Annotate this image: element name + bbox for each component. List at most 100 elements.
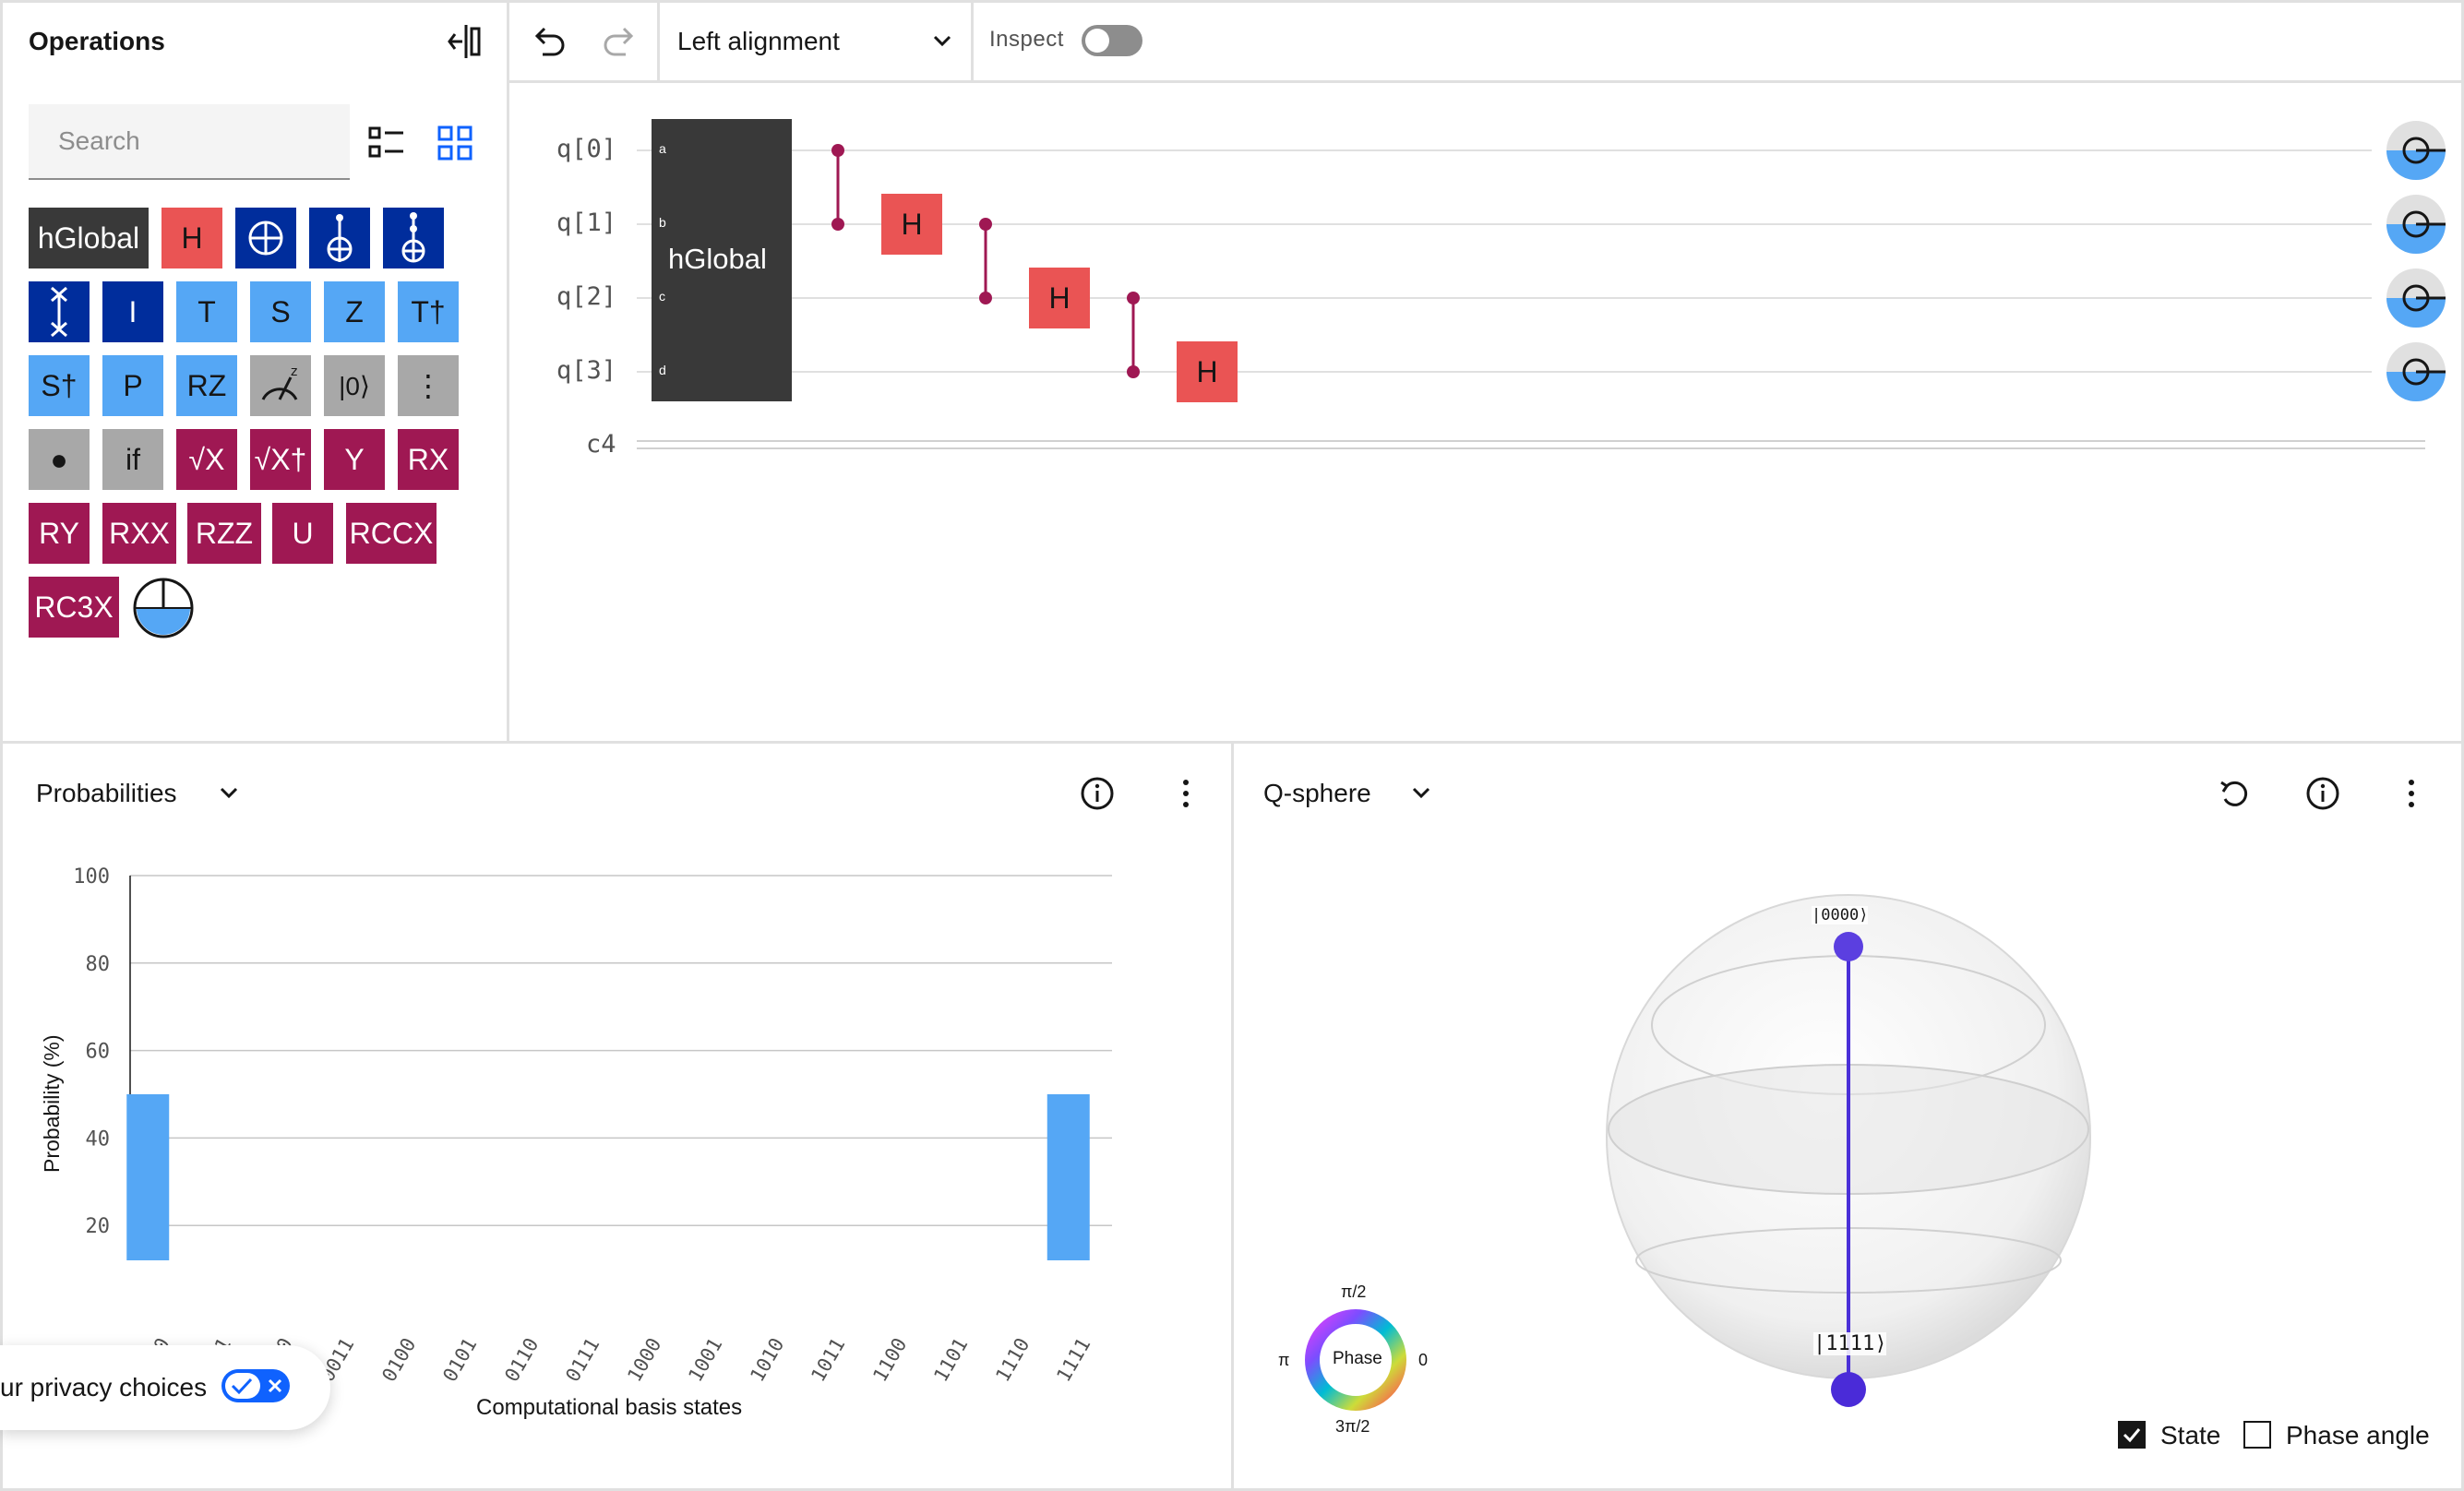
gate-sdg[interactable]: S† — [29, 355, 90, 416]
x-axis-label: Computational basis states — [476, 1395, 743, 1420]
gate-rz[interactable]: RZ — [176, 355, 237, 416]
x-tick-label: 1111 — [1052, 1334, 1095, 1386]
gate-rc3x[interactable]: RC3X — [29, 577, 119, 638]
phase-tick-top: π/2 — [1341, 1282, 1367, 1301]
x-tick-label: 1100 — [867, 1334, 912, 1386]
gate-ry[interactable]: RY — [29, 503, 90, 564]
x-tick-label: 1110 — [990, 1334, 1035, 1386]
x-tick-label: 1011 — [807, 1334, 850, 1386]
search-input[interactable] — [29, 104, 350, 178]
circuit-panel: Left alignment Inspect q[0] q[1] q[2] q[… — [507, 0, 2464, 744]
controlled-z-2-3 — [1127, 292, 1140, 378]
collapse-panel-icon[interactable] — [446, 21, 483, 62]
x-tick-label: 1000 — [622, 1334, 666, 1386]
overflow-menu-icon[interactable] — [1167, 775, 1204, 812]
gate-sx[interactable]: √X — [176, 429, 237, 490]
x-tick-label: 0110 — [499, 1334, 544, 1386]
gate-p[interactable]: P — [102, 355, 163, 416]
operations-panel: Operations hGlobal H I T S Z T† S† P — [0, 0, 509, 744]
gate-rccx[interactable]: RCCX — [346, 503, 437, 564]
checkmark-icon — [231, 1378, 253, 1395]
gate-y[interactable]: Y — [324, 429, 385, 490]
y-axis-label: Probability (%) — [40, 1034, 64, 1173]
gate-cx[interactable] — [309, 208, 370, 268]
gate-swap[interactable] — [29, 281, 90, 342]
phase-tick-left: π — [1278, 1351, 1290, 1369]
gate-measure-z[interactable]: z — [250, 355, 311, 416]
swap-icon — [51, 286, 67, 338]
state-label-bottom: |1111⟩ — [1813, 1332, 1887, 1355]
search-field[interactable] — [29, 104, 350, 180]
x-tick-label: 1010 — [745, 1334, 789, 1386]
bar-1111 — [1047, 1094, 1090, 1260]
gate-if[interactable]: if — [102, 429, 163, 490]
toffoli-icon — [327, 214, 353, 262]
qsphere-canvas[interactable] — [1234, 744, 2461, 1487]
gate-barrier[interactable]: ⋮ — [398, 355, 459, 416]
gate-h[interactable]: H — [161, 208, 222, 268]
phase-tick-right: 0 — [1418, 1351, 1429, 1369]
checkmark-icon — [2123, 1428, 2141, 1443]
measure-z-icon: z — [261, 364, 297, 400]
privacy-choices-banner[interactable]: ur privacy choices — [0, 1345, 330, 1430]
x-tick-label: 0111 — [561, 1334, 604, 1386]
list-view-icon[interactable] — [368, 125, 405, 161]
gate-hglobal[interactable]: hGlobal — [29, 208, 149, 268]
gate-u[interactable]: U — [272, 503, 333, 564]
state-point-bottom — [1831, 1372, 1866, 1407]
bar-0000 — [126, 1094, 170, 1260]
h-gate-q3[interactable]: H — [1177, 341, 1238, 402]
y-tick-label: 80 — [86, 953, 111, 976]
gate-sxdg[interactable]: √X† — [250, 429, 311, 490]
info-icon[interactable] — [1079, 775, 1116, 812]
qubit-state-disk-1 — [2386, 195, 2446, 254]
x-tick-label: 0100 — [377, 1334, 421, 1386]
qubit-state-disk-0 — [2386, 121, 2446, 180]
circuit-gates-overlay — [831, 121, 2446, 401]
state-point-top — [1834, 932, 1863, 961]
state-label-top: |0000⟩ — [1812, 906, 1869, 924]
x-tick-label: 0101 — [438, 1334, 482, 1386]
privacy-text: ur privacy choices — [0, 1373, 208, 1402]
gate-control[interactable]: ● — [29, 429, 90, 490]
qsphere-panel: Q-sphere |0000⟩ |1111⟩ Phase π/2 π 0 3π/… — [1231, 741, 2464, 1491]
y-tick-label: 40 — [86, 1127, 111, 1151]
gate-tdg[interactable]: T† — [398, 281, 459, 342]
controlled-z-0-1 — [831, 144, 844, 231]
ccx-icon — [401, 212, 425, 263]
state-checkbox[interactable] — [2118, 1421, 2146, 1449]
grid-view-icon[interactable] — [437, 125, 473, 161]
gate-rx[interactable]: RX — [398, 429, 459, 490]
chevron-down-icon[interactable] — [215, 779, 243, 806]
gate-ccx[interactable] — [383, 208, 444, 268]
probability-disk-icon[interactable] — [132, 577, 195, 639]
phase-tick-bottom: 3π/2 — [1335, 1417, 1370, 1436]
gate-i[interactable]: I — [102, 281, 163, 342]
gate-reset[interactable]: |0⟩ — [324, 355, 385, 416]
x-tick-label: 1101 — [929, 1334, 973, 1386]
qubit-state-disk-3 — [2386, 342, 2446, 401]
h-gate-q1[interactable]: H — [881, 194, 942, 255]
y-tick-label: 60 — [86, 1041, 111, 1064]
phase-angle-checkbox-label: Phase angle — [2286, 1421, 2430, 1449]
phase-angle-checkbox[interactable] — [2243, 1421, 2271, 1449]
controlled-z-1-2 — [979, 218, 992, 304]
y-tick-label: 100 — [73, 865, 110, 889]
state-checkbox-label: State — [2160, 1421, 2221, 1449]
svg-text:z: z — [291, 364, 297, 379]
gate-rxx[interactable]: RXX — [102, 503, 176, 564]
probabilities-title: Probabilities — [36, 779, 177, 807]
cnot-icon — [248, 221, 283, 256]
gate-z[interactable]: Z — [324, 281, 385, 342]
phase-label: Phase — [1333, 1349, 1382, 1368]
gate-t[interactable]: T — [176, 281, 237, 342]
probability-chart: 020406080100 — [73, 865, 1112, 1260]
gate-rzz[interactable]: RZZ — [187, 503, 261, 564]
privacy-toggle[interactable] — [221, 1369, 290, 1402]
operations-title: Operations — [29, 27, 165, 55]
y-tick-label: 20 — [86, 1215, 111, 1238]
h-gate-q2[interactable]: H — [1029, 268, 1090, 328]
gate-cnot[interactable] — [235, 208, 296, 268]
gate-s[interactable]: S — [250, 281, 311, 342]
x-tick-label: 1001 — [684, 1334, 727, 1386]
